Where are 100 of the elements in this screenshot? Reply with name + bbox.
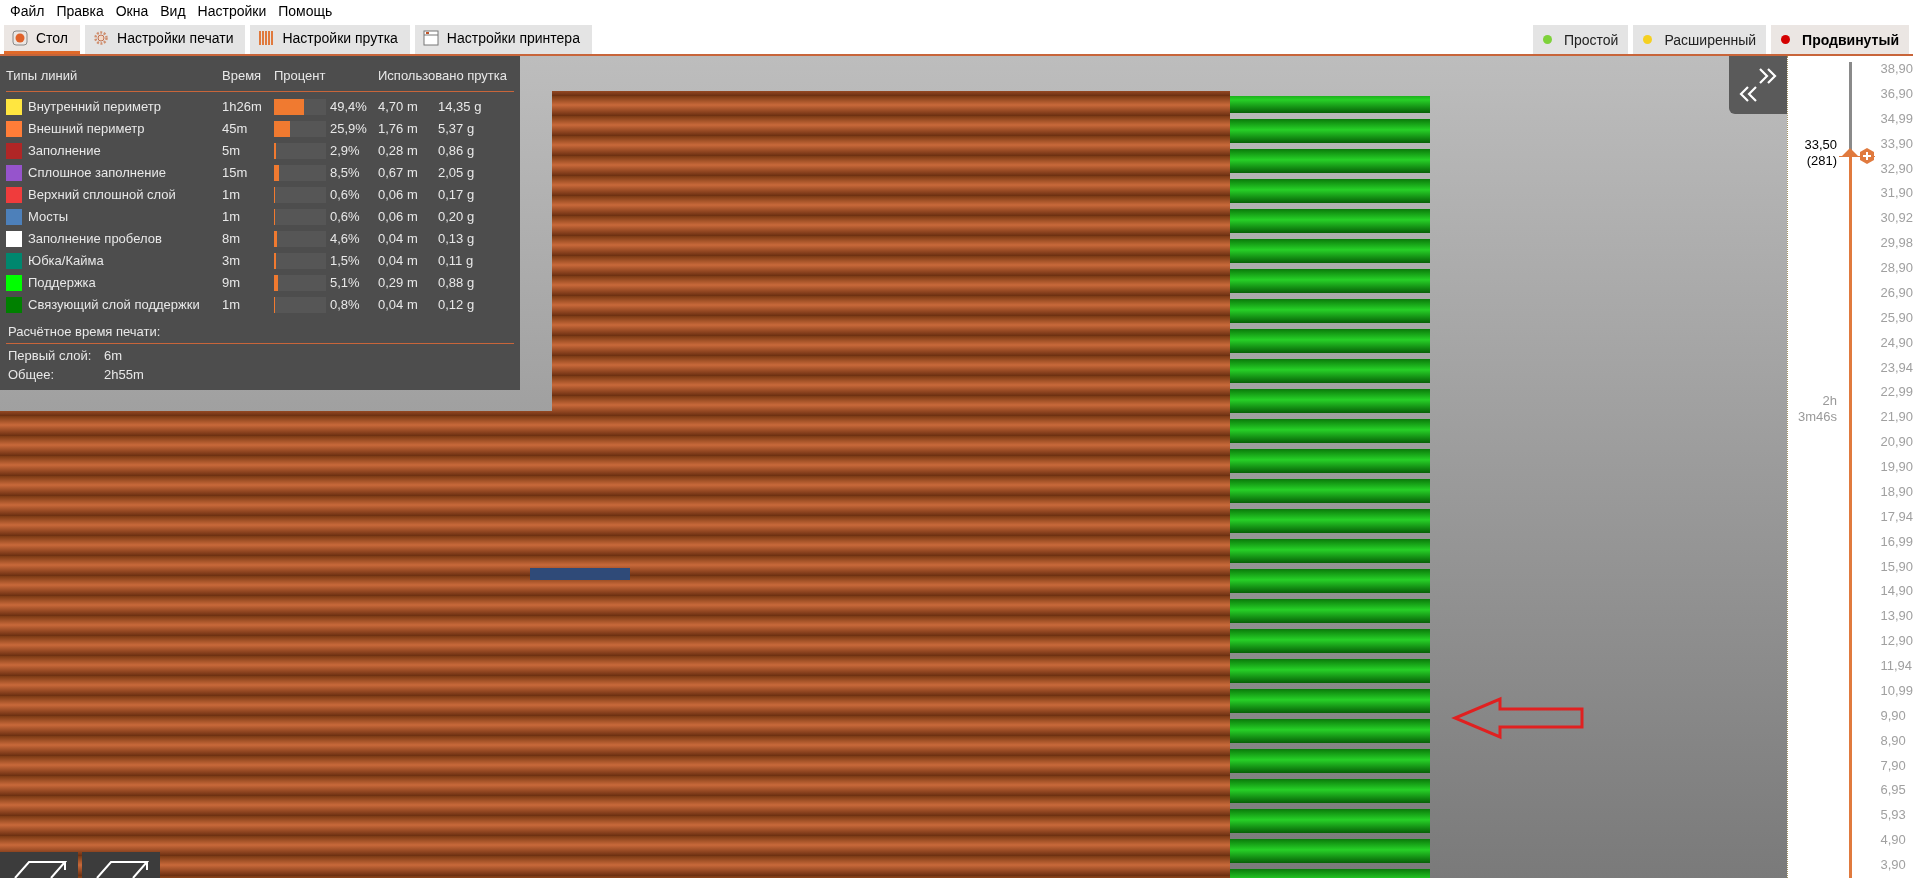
gear-icon — [93, 30, 109, 46]
length-cell-text: 0,06 m — [378, 208, 419, 226]
weight-cell-text: 0,13 g — [438, 230, 476, 248]
percent-cell-text: 8,5% — [330, 164, 361, 182]
layer-height-label: 33,50 (281) — [1804, 136, 1838, 169]
tick-label: 38,90 — [1880, 62, 1913, 76]
tick-label: 14,90 — [1880, 584, 1913, 599]
tick-label: 33,90 — [1880, 136, 1913, 151]
tick-label: 34,99 — [1880, 111, 1913, 126]
line-type-name: Заполнение пробелов — [28, 230, 163, 248]
tick-label: 4,90 — [1880, 833, 1907, 848]
line-type-name: Внешний периметр — [28, 120, 146, 138]
weight-cell-text: 0,17 g — [438, 186, 476, 204]
length-cell-text: 1,76 m — [378, 120, 419, 138]
menu-item[interactable]: Настройки — [191, 3, 273, 19]
view-cube-button[interactable] — [82, 852, 160, 878]
view-cube-button[interactable] — [0, 852, 78, 878]
column-header: Время — [222, 67, 263, 85]
length-cell-text: 4,70 m — [378, 98, 419, 116]
line-type-name: Внутренний периметр — [28, 98, 162, 116]
tab[interactable]: Настройки принтера — [414, 25, 592, 54]
weight-cell-text: 5,37 g — [438, 120, 476, 138]
length-cell-text: 0,28 m — [378, 142, 419, 160]
time-cell-text: 45m — [222, 120, 249, 138]
collapse-button[interactable] — [1729, 56, 1787, 114]
printer-icon — [422, 30, 439, 46]
add-icon[interactable] — [1859, 147, 1876, 164]
line-type-name: Верхний сплошной слой — [28, 186, 177, 204]
tick-label: 31,90 — [1880, 186, 1913, 201]
estimate-value: 2h55m — [104, 367, 144, 382]
estimate-label: Первый слой: — [8, 348, 93, 363]
weight-cell-text: 0,88 g — [438, 274, 476, 292]
tick-label: 7,90 — [1880, 758, 1907, 773]
length-cell-text: 0,06 m — [378, 186, 419, 204]
tick-label: 6,95 — [1880, 783, 1907, 798]
length-cell-text: 0,04 m — [378, 252, 419, 270]
estimate-value: 6m — [104, 348, 123, 363]
tick-label: 22,99 — [1880, 385, 1913, 400]
spool-icon — [258, 30, 275, 46]
menu-item[interactable]: Вид — [154, 3, 192, 19]
tick-label: 26,90 — [1880, 285, 1913, 300]
time-cell-text: 1m — [222, 296, 242, 314]
menu-item[interactable]: Окна — [109, 3, 155, 19]
tick-label: 32,90 — [1880, 161, 1913, 176]
percent-cell-text: 5,1% — [330, 274, 361, 292]
tick-label: 13,90 — [1880, 609, 1913, 624]
percent-cell-text: 25,9% — [330, 120, 368, 138]
tick-label: 28,90 — [1880, 261, 1913, 275]
percent-cell-text: 0,8% — [330, 296, 361, 314]
percent-cell-text: 4,6% — [330, 230, 361, 248]
tick-label: 12,90 — [1880, 634, 1913, 649]
tab[interactable]: Стол — [4, 25, 80, 54]
weight-cell-text: 0,11 g — [438, 252, 475, 270]
tick-label: 5,93 — [1880, 808, 1907, 823]
tick-label: 18,90 — [1880, 484, 1913, 499]
tick-label: 15,90 — [1880, 559, 1913, 574]
time-cell-text: 8m — [222, 230, 242, 248]
time-cell-text: 5m — [222, 142, 242, 160]
weight-cell-text: 0,20 g — [438, 208, 476, 226]
tick-label: 11,94 — [1880, 659, 1913, 673]
time-cell-text: 1m — [222, 208, 242, 226]
mode-button[interactable]: Продвинутый — [1771, 25, 1909, 54]
time-cell-text: 1m — [222, 186, 242, 204]
tab[interactable]: Настройки печати — [85, 25, 246, 54]
slider-thumb[interactable] — [1842, 147, 1859, 156]
line-type-name: Поддержка — [28, 274, 97, 292]
line-type-name: Заполнение — [28, 142, 102, 160]
tick-label: 10,99 — [1880, 683, 1913, 698]
tick-label: 29,98 — [1880, 236, 1913, 251]
tab[interactable]: Настройки прутка — [250, 25, 410, 54]
tick-label: 8,90 — [1880, 733, 1907, 748]
length-cell-text: 0,04 m — [378, 230, 419, 248]
length-cell-text: 0,67 m — [378, 164, 419, 182]
weight-cell-text: 2,05 g — [438, 164, 476, 182]
column-header: Процент — [274, 67, 327, 85]
column-header: Использовано прутка — [378, 67, 509, 85]
percent-cell-text: 2,9% — [330, 142, 361, 160]
menu-item[interactable]: Файл — [4, 3, 51, 19]
mode-button[interactable]: Расширенный — [1633, 25, 1767, 54]
tick-label: 30,92 — [1880, 211, 1913, 226]
line-type-name: Мосты — [28, 208, 69, 226]
menu-item[interactable]: Правка — [50, 3, 110, 19]
tick-label: 19,90 — [1880, 460, 1913, 474]
percent-cell-text: 1,5% — [330, 252, 361, 270]
tick-label: 17,94 — [1880, 509, 1913, 524]
time-cell-text: 15m — [222, 164, 249, 182]
line-type-name: Связующий слой поддержки — [28, 296, 201, 314]
weight-cell-text: 0,86 g — [438, 142, 476, 160]
tick-label: 23,94 — [1880, 360, 1913, 375]
time-cell-text: 3m — [222, 252, 242, 270]
tick-label: 16,99 — [1880, 534, 1913, 549]
menu-item[interactable]: Помощь — [272, 3, 339, 19]
mode-button[interactable]: Простой — [1532, 25, 1629, 54]
length-cell-text: 0,29 m — [378, 274, 419, 292]
time-estimate-label: 2h 3m46s — [1797, 393, 1838, 425]
tick-label: 25,90 — [1880, 310, 1913, 325]
length-cell-text: 0,04 m — [378, 296, 419, 314]
tick-label: 9,90 — [1880, 708, 1907, 723]
estimate-label: Общее: — [8, 367, 56, 382]
percent-cell-text: 0,6% — [330, 208, 361, 226]
